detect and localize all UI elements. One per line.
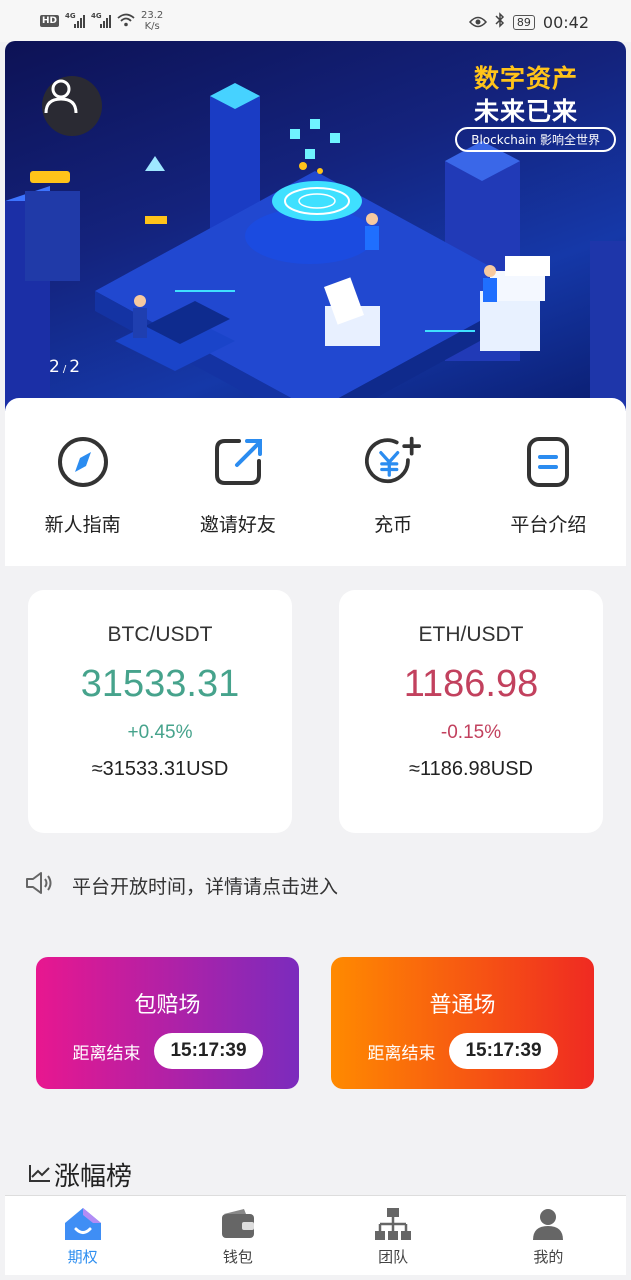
ticker-pair: ETH/USDT [418,623,524,646]
bottom-tab-bar: 期权 钱包 团队 我的 [5,1195,626,1275]
quick-menu: 新人指南 邀请好友 充币 平台介绍 [5,398,626,566]
network-speed: 23.2 K/s [141,10,164,32]
wifi-icon [117,13,135,30]
notice-text: 平台开放时间，详情请点击进入 [72,876,339,898]
ticker-change: -0.15% [440,722,502,743]
eye-icon [468,13,487,32]
promo-banner[interactable]: 数字资产 未来已来 Blockchain 影响全世界 2/2 [5,41,626,411]
compass-icon [55,434,111,490]
signal-icon: 4G [91,12,112,28]
menu-item-platform-intro[interactable]: 平台介绍 [471,398,626,566]
ticker-pair: BTC/USDT [107,623,213,646]
status-bar: HD 4G 4G 23.2 K/s 89 00:42 [0,0,631,42]
banner-pagination: 2/2 [49,357,81,377]
ticker-usd: ≈31533.31USD [91,758,229,780]
menu-item-invite[interactable]: 邀请好友 [160,398,315,566]
signal-icon: 4G [65,12,86,28]
ticker-change: +0.45% [127,722,193,743]
banner-tagline: Blockchain 影响全世界 [455,127,616,152]
trend-chart-icon [28,1160,52,1190]
session-card-guaranteed[interactable]: 包赔场 距离结束 15:17:39 [36,957,299,1089]
session-card-normal[interactable]: 普通场 距离结束 15:17:39 [331,957,594,1089]
countdown-label: 距离结束 [367,1043,436,1064]
banner-subtitle: 未来已来 [473,97,578,126]
ticker-price: 1186.98 [403,663,539,705]
clock: 00:42 [542,12,589,32]
home-icon [63,1206,103,1242]
person-icon [528,1206,568,1242]
banner-title: 数字资产 [473,64,578,93]
ranking-title: 涨幅榜 [54,1162,133,1192]
speaker-icon [24,870,54,901]
notice-bar[interactable]: 平台开放时间，详情请点击进入 [24,870,338,901]
hd-icon: HD [40,15,60,27]
tab-team[interactable]: 团队 [316,1196,471,1275]
ticker-usd: ≈1186.98USD [408,758,533,780]
ticker-price: 31533.31 [80,663,240,705]
bluetooth-icon [495,12,505,32]
tab-options[interactable]: 期权 [5,1196,160,1275]
tab-wallet[interactable]: 钱包 [160,1196,315,1275]
ticker-card-eth[interactable]: ETH/USDT 1186.98 -0.15% ≈1186.98USD [339,590,603,833]
info-card-icon [520,434,576,490]
menu-item-guide[interactable]: 新人指南 [5,398,160,566]
user-avatar[interactable] [42,76,102,136]
ranking-header: 涨幅榜 [28,1156,132,1193]
countdown-label: 距离结束 [72,1043,141,1064]
tab-profile[interactable]: 我的 [471,1196,626,1275]
battery-icon: 89 [512,14,535,30]
wallet-icon [218,1206,258,1242]
session-title: 普通场 [429,993,496,1018]
session-title: 包赔场 [134,993,201,1018]
ticker-card-btc[interactable]: BTC/USDT 31533.31 +0.45% ≈31533.31USD [28,590,292,833]
yuan-add-icon [365,434,422,490]
countdown-timer: 15:17:39 [154,1033,263,1069]
user-icon [44,79,78,114]
countdown-timer: 15:17:39 [449,1033,558,1069]
share-icon [210,434,266,490]
menu-item-deposit[interactable]: 充币 [316,398,471,566]
org-chart-icon [373,1206,413,1242]
